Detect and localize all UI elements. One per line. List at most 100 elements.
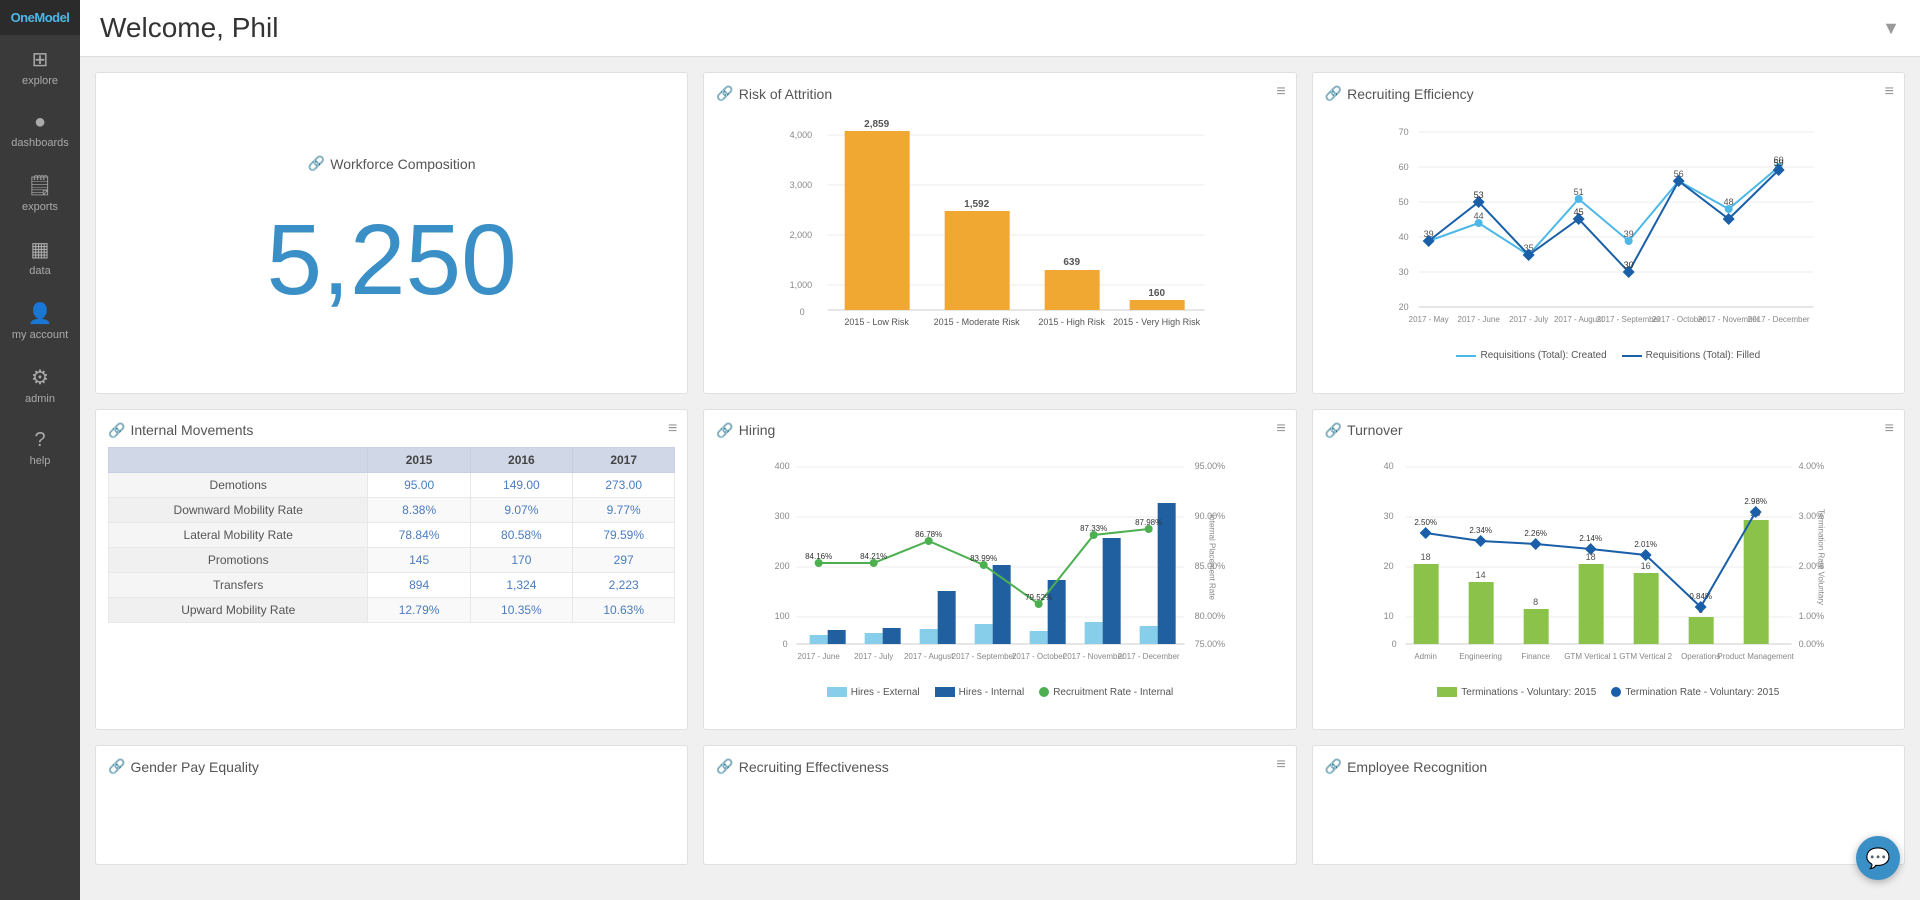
svg-text:Internal Placement Rate: Internal Placement Rate: [1208, 514, 1217, 600]
sidebar-item-exports[interactable]: 🗒 exports: [0, 161, 80, 225]
svg-text:20: 20: [1398, 302, 1408, 312]
app-logo[interactable]: OneModel: [0, 0, 80, 35]
svg-text:2017 - June: 2017 - June: [798, 652, 841, 661]
svg-text:2017 - December: 2017 - December: [1747, 315, 1809, 324]
svg-text:300: 300: [775, 511, 790, 521]
svg-text:60: 60: [1398, 162, 1408, 172]
risk-of-attrition-card: 🔗 Risk of Attrition ≡ 4,000 3,000 2,000 …: [703, 72, 1296, 394]
svg-text:16: 16: [1640, 561, 1650, 571]
svg-text:0.84%: 0.84%: [1689, 592, 1712, 601]
svg-text:0: 0: [783, 639, 788, 649]
svg-text:Finance: Finance: [1521, 652, 1550, 661]
svg-text:39: 39: [1623, 229, 1633, 239]
svg-text:84.16%: 84.16%: [805, 552, 832, 561]
sidebar-item-admin[interactable]: ⚙ admin: [0, 353, 80, 417]
sidebar-item-explore[interactable]: ⊞ explore: [0, 35, 80, 99]
filter-icon[interactable]: ▼: [1882, 18, 1900, 39]
main-content: Welcome, Phil ▼ 🔗 Workforce Composition …: [80, 0, 1920, 900]
workforce-value: 5,250: [267, 210, 517, 310]
link-icon-8: 🔗: [716, 758, 733, 775]
employee-recognition-title: 🔗 Employee Recognition: [1325, 758, 1892, 775]
svg-text:2017 - November: 2017 - November: [1063, 652, 1125, 661]
cell-2015: 12.79%: [368, 597, 470, 622]
svg-text:Termination Rate Voluntary: Termination Rate Voluntary: [1816, 509, 1825, 605]
recruiting-effectiveness-card: 🔗 Recruiting Effectiveness ≡: [703, 745, 1296, 865]
help-icon: ?: [34, 429, 45, 452]
legend-external: Hires - External: [851, 687, 920, 698]
col-header-label: [109, 447, 368, 472]
svg-text:2,000: 2,000: [790, 230, 813, 240]
attrition-chart: 4,000 3,000 2,000 1,000 0 2,859 2015 - L…: [716, 110, 1283, 330]
svg-text:1,000: 1,000: [790, 280, 813, 290]
svg-text:2015 - Low Risk: 2015 - Low Risk: [845, 317, 910, 327]
cell-2015: 95.00: [368, 472, 470, 497]
sidebar-label-data: data: [29, 265, 50, 277]
cell-2016: 80.58%: [470, 522, 572, 547]
explore-icon: ⊞: [32, 47, 49, 72]
recruiting-eff2-menu[interactable]: ≡: [1276, 756, 1285, 774]
sidebar-item-dashboards[interactable]: ● dashboards: [0, 99, 80, 161]
svg-text:100: 100: [775, 611, 790, 621]
sidebar-label-admin: admin: [25, 393, 55, 405]
cell-2015: 8.38%: [368, 497, 470, 522]
svg-text:0: 0: [800, 307, 805, 317]
cell-2015: 894: [368, 572, 470, 597]
dashboards-icon: ●: [34, 111, 46, 134]
table-row: Promotions 145 170 297: [109, 547, 675, 572]
sidebar-item-help[interactable]: ? help: [0, 417, 80, 479]
row-label: Promotions: [109, 547, 368, 572]
sidebar-item-my-account[interactable]: 👤 my account: [0, 289, 80, 353]
table-row: Demotions 95.00 149.00 273.00: [109, 472, 675, 497]
workforce-composition-card: 🔗 Workforce Composition 5,250: [95, 72, 688, 394]
exports-icon: 🗒: [27, 173, 52, 198]
cell-2015: 78.84%: [368, 522, 470, 547]
svg-text:95.00%: 95.00%: [1195, 461, 1226, 471]
row-label: Demotions: [109, 472, 368, 497]
table-row: Lateral Mobility Rate 78.84% 80.58% 79.5…: [109, 522, 675, 547]
svg-text:48: 48: [1723, 197, 1733, 207]
internal-movements-table: 2015 2016 2017 Demotions 95.00 149.00 27…: [108, 447, 675, 623]
logo-model: Model: [34, 10, 69, 25]
svg-text:40: 40: [1398, 232, 1408, 242]
svg-text:53: 53: [1473, 190, 1483, 200]
dashboard-grid: 🔗 Workforce Composition 5,250 🔗 Risk of …: [80, 57, 1920, 900]
recruiting-eff-menu-icon[interactable]: ≡: [1885, 83, 1894, 101]
admin-icon: ⚙: [31, 365, 49, 390]
svg-text:18: 18: [1420, 552, 1430, 562]
recruiting-eff2-title: 🔗 Recruiting Effectiveness: [716, 758, 1283, 775]
hiring-menu[interactable]: ≡: [1276, 420, 1285, 438]
internal-movements-menu[interactable]: ≡: [668, 420, 677, 438]
chat-button[interactable]: 💬: [1856, 836, 1900, 880]
svg-text:4,000: 4,000: [790, 130, 813, 140]
svg-text:40: 40: [1383, 461, 1393, 471]
svg-text:Engineering: Engineering: [1459, 652, 1502, 661]
table-row: Upward Mobility Rate 12.79% 10.35% 10.63…: [109, 597, 675, 622]
svg-text:160: 160: [1149, 288, 1166, 299]
recruiting-eff-title: 🔗 Recruiting Efficiency: [1325, 85, 1892, 102]
data-icon: ▦: [31, 237, 50, 262]
link-icon-9: 🔗: [1325, 758, 1342, 775]
internal-movements-card: 🔗 Internal Movements ≡ 2015 2016 2017 De…: [95, 409, 688, 731]
sidebar-item-data[interactable]: ▦ data: [0, 225, 80, 289]
svg-text:2.01%: 2.01%: [1634, 540, 1657, 549]
svg-text:59: 59: [1773, 158, 1783, 168]
cell-2016: 1,324: [470, 572, 572, 597]
svg-text:400: 400: [775, 461, 790, 471]
svg-text:2017 - May: 2017 - May: [1408, 315, 1448, 324]
cell-2017: 297: [573, 547, 675, 572]
turnover-title: 🔗 Turnover: [1325, 422, 1892, 439]
attrition-menu-icon[interactable]: ≡: [1276, 83, 1285, 101]
recruiting-efficiency-chart: 70 60 50 40 30 20: [1325, 110, 1892, 340]
legend-internal: Hires - Internal: [959, 687, 1025, 698]
gender-pay-card: 🔗 Gender Pay Equality: [95, 745, 688, 865]
svg-text:0: 0: [1391, 639, 1396, 649]
svg-text:3,000: 3,000: [790, 180, 813, 190]
sidebar-label-exports: exports: [22, 201, 58, 213]
table-row: Downward Mobility Rate 8.38% 9.07% 9.77%: [109, 497, 675, 522]
svg-text:10: 10: [1383, 611, 1393, 621]
link-icon-2: 🔗: [716, 85, 733, 102]
svg-text:2017 - June: 2017 - June: [1457, 315, 1500, 324]
cell-2016: 9.07%: [470, 497, 572, 522]
turnover-menu[interactable]: ≡: [1885, 420, 1894, 438]
col-header-2017: 2017: [573, 447, 675, 472]
